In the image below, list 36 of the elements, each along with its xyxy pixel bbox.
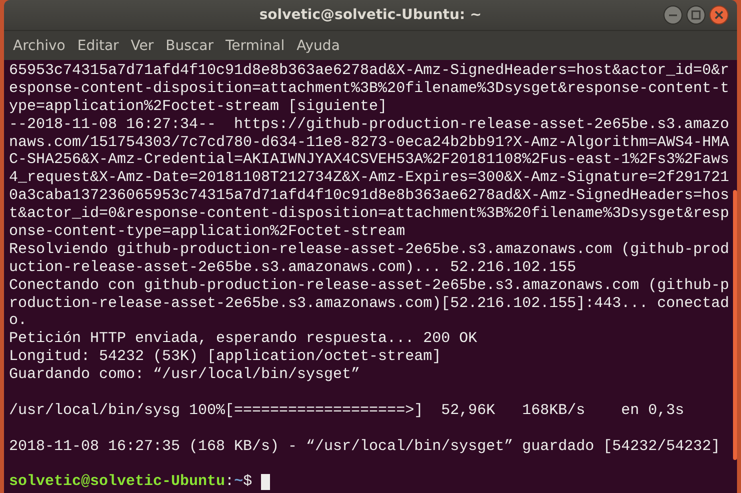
terminal-line: Conectando con github-production-release-asset-2e65be.s3.amazonaws.com (github-p <box>9 276 730 295</box>
terminal-line: naws.com/151754303/7c7cd780-d634-11e8-8273-0eca24b2bb91?X-Amz-Algorithm=AWS4-HMA <box>9 134 730 152</box>
prompt-user: solvetic@solvetic-Ubuntu <box>9 473 226 492</box>
terminal-line: /usr/local/bin/sysg 100%[===================>] 52,96K 168KB/s en 0,3s <box>9 402 684 420</box>
prompt-path: ~ <box>234 473 244 492</box>
terminal-line: Longitud: 54232 (53K) [application/octet-stream] <box>9 348 442 366</box>
menu-item[interactable]: Buscar <box>160 34 220 58</box>
terminal-line: 2018-11-08 16:27:35 (168 KB/s) - “/usr/local/bin/sysget” guardado [54232/54232] <box>9 438 720 456</box>
terminal-line: uction-release-asset-2e65be.s3.amazonaws.com)... 52.216.102.155 <box>9 258 576 277</box>
terminal-line: 65953c74315a7d71afd4f10c91d8e8b363ae6278ad&X-Amz-SignedHeaders=host&actor_id=0&r <box>9 62 730 80</box>
terminal-line: onse-content-type=application%2Foctet-stream <box>9 223 406 241</box>
terminal-line: Resolviendo github-production-release-asset-2e65be.s3.amazonaws.com (github-prod <box>9 240 730 259</box>
terminal-line: esponse-content-disposition=attachment%3B%20filename%3Dsysget&response-content-t <box>9 80 730 98</box>
menu-item[interactable]: Terminal <box>219 34 291 58</box>
minimize-button[interactable] <box>663 5 683 25</box>
terminal-line: Petición HTTP enviada, esperando respuesta... 200 OK <box>9 330 478 348</box>
terminal-line: ype=application%2Foctet-stream [siguiente] <box>9 98 388 116</box>
close-button[interactable] <box>709 5 729 25</box>
menu-item[interactable]: Ver <box>124 34 160 58</box>
terminal-line: Guardando como: “/usr/local/bin/sysget” <box>9 366 360 384</box>
terminal-line: t&actor_id=0&response-content-disposition=attachment%3B%20filename%3Dsysget&resp <box>9 205 730 224</box>
maximize-button[interactable] <box>686 5 706 25</box>
terminal-line: --2018-11-08 16:27:34-- https://github-production-release-asset-2e65be.s3.amazo <box>9 116 730 134</box>
cursor <box>261 474 270 490</box>
terminal-line: roduction-release-asset-2e65be.s3.amazonaws.com)[52.216.102.155]:443... conectad <box>9 294 730 312</box>
menu-item[interactable]: Archivo <box>7 34 72 58</box>
window-title: solvetic@solvetic-Ubuntu: ~ <box>259 7 482 23</box>
terminal-line: 4_request&X-Amz-Date=20181108T212734Z&X-Amz-Expires=300&X-Amz-Signature=2f291721 <box>9 169 730 188</box>
menu-item[interactable]: Editar <box>71 34 125 58</box>
prompt-separator: : <box>225 473 234 492</box>
prompt-symbol: $ <box>243 473 252 492</box>
terminal-line: 0a3caba137236065953c74315a7d71afd4f10c91d8e8b363ae6278ad&X-Amz-SignedHeaders=hos <box>9 187 730 206</box>
scrollbar-thumb[interactable] <box>733 190 737 460</box>
terminal-line: C-SHA256&X-Amz-Credential=AKIAIWNJYAX4CSVEH53A%2F20181108%2Fus-east-1%2Fs3%2Faws <box>9 151 730 170</box>
terminal-line: o. <box>9 312 28 330</box>
menu-item[interactable]: Ayuda <box>290 34 346 58</box>
